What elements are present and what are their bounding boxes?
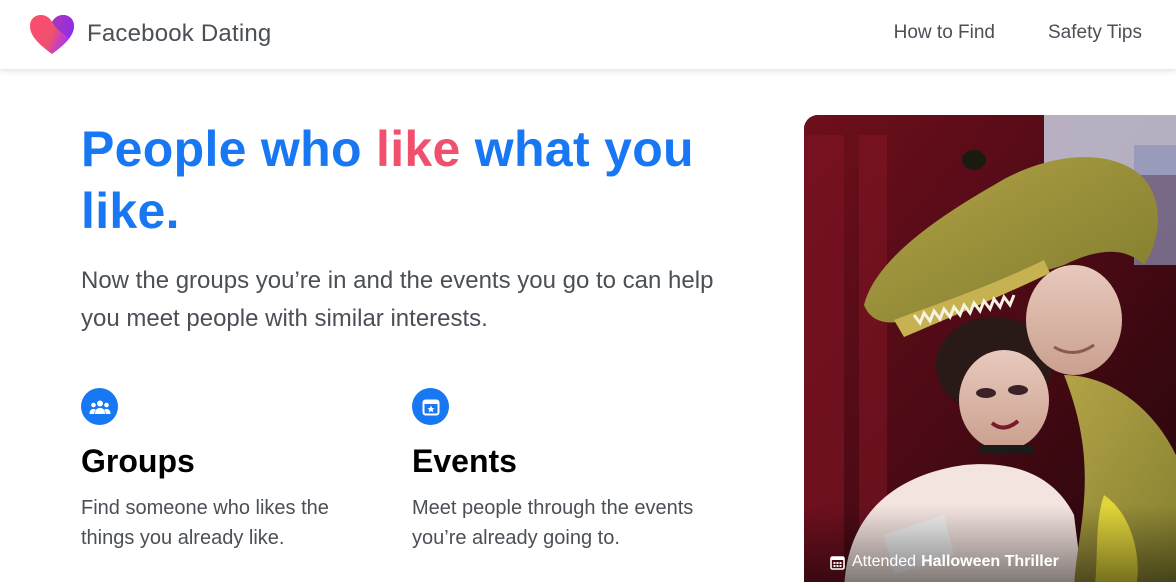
calendar-icon — [830, 555, 845, 570]
brand-name[interactable]: Facebook Dating — [87, 20, 271, 48]
event-star-icon — [412, 388, 449, 425]
feature-groups: Groups Find someone who likes the things… — [81, 388, 381, 553]
caption-event-name: Halloween Thriller — [921, 553, 1059, 570]
headline-part-1: People who — [81, 121, 376, 177]
nav-safety-tips[interactable]: Safety Tips — [1048, 22, 1142, 44]
groups-title: Groups — [81, 443, 195, 479]
nav-how-to-find[interactable]: How to Find — [894, 22, 995, 44]
top-navigation-bar: Facebook Dating How to Find Safety Tips — [0, 0, 1176, 69]
home-link[interactable] — [29, 14, 75, 56]
page-headline: People who like what you like. — [81, 118, 741, 242]
feature-events: Events Meet people through the events yo… — [412, 388, 712, 553]
caption-prefix: Attended — [852, 553, 917, 570]
photo-caption: Attended Halloween Thriller — [830, 553, 1059, 571]
events-description: Meet people through the events you’re al… — [412, 497, 694, 549]
groups-description: Find someone who likes the things you al… — [81, 497, 329, 549]
events-title: Events — [412, 443, 517, 479]
hero-subtitle: Now the groups you’re in and the events … — [81, 267, 714, 332]
headline-accent: like — [376, 121, 461, 177]
groups-icon — [81, 388, 118, 425]
featured-photo-card: Attended Halloween Thriller — [804, 115, 1176, 582]
heart-logo-icon — [30, 15, 74, 54]
header-nav: How to Find Safety Tips — [894, 22, 1142, 44]
